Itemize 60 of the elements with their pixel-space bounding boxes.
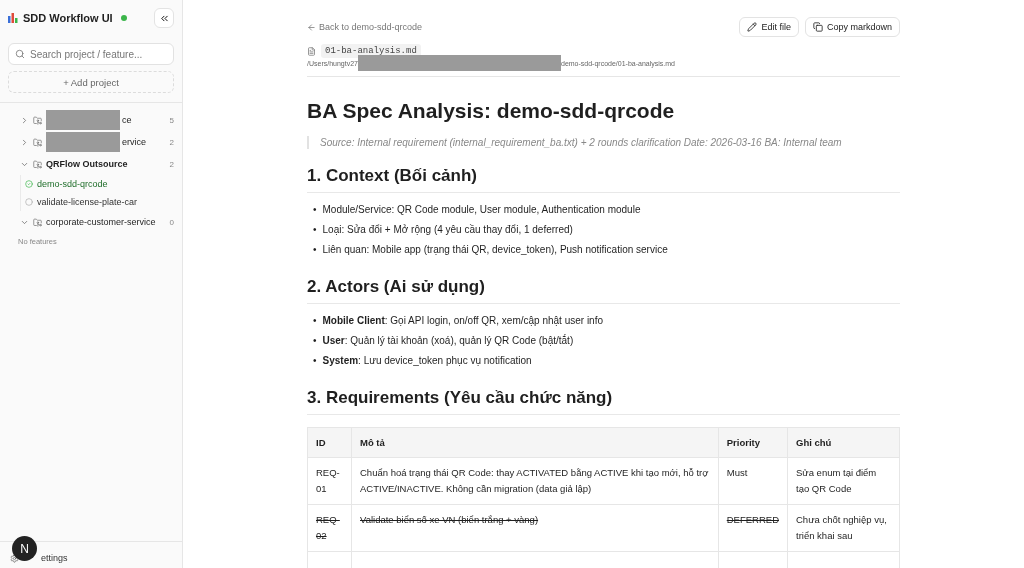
copy-icon bbox=[812, 22, 823, 32]
bullet-marker: • bbox=[313, 243, 317, 257]
bullet-marker: • bbox=[313, 203, 317, 217]
table-cell: Chưa chốt nghiệp vụ, triển khai sau bbox=[787, 504, 900, 552]
bullet-item: Module/Service: QR Code module, User module, Authentication module bbox=[322, 203, 641, 217]
table-cell: REQ-01 bbox=[307, 457, 352, 505]
project-item[interactable]: corporate-customer-service 0 bbox=[20, 211, 182, 233]
table-cell: Sửa enum tại điểm tạo QR Code bbox=[787, 457, 900, 505]
feature-count: 5 bbox=[169, 115, 174, 125]
project-item[interactable]: ce 5 bbox=[20, 109, 182, 131]
folder-icon bbox=[33, 159, 42, 169]
add-project-button[interactable]: + Add project bbox=[8, 71, 174, 93]
pencil-icon bbox=[747, 22, 758, 32]
source-quote: Source: Internal requirement (internal_requirement_ba.txt) + 2 rounds clarification Date: 2026-03-16 BA: Internal team bbox=[307, 136, 900, 149]
column-header: Ghi chú bbox=[787, 427, 900, 458]
feature-count: 2 bbox=[169, 159, 174, 169]
search-field[interactable]: Search project / feature... bbox=[8, 43, 174, 65]
back-link[interactable]: Back to demo-sdd-qrcode bbox=[307, 22, 423, 32]
bullet-marker: • bbox=[313, 354, 317, 368]
bullet-marker: • bbox=[313, 334, 317, 348]
column-header: ID bbox=[307, 427, 352, 458]
feature-count: 0 bbox=[169, 217, 174, 227]
section-heading: 3. Requirements (Yêu cầu chức năng) bbox=[307, 388, 900, 415]
table-cell: Chuẩn hoá trạng thái QR Code: thay ACTIVATED bằng ACTIVE khi tạo mới, hỗ trợ ACTIVE/INACTIVE. Không cần migration (data giả lập) bbox=[351, 457, 719, 505]
column-header: Mô tả bbox=[351, 427, 719, 458]
table-cell: Must bbox=[718, 457, 788, 505]
bullet-marker: • bbox=[313, 223, 317, 237]
search-icon bbox=[15, 49, 25, 59]
bullet-item: System: Lưu device_token phục vụ notification bbox=[322, 354, 532, 368]
section-heading: 1. Context (Bối cảnh) bbox=[307, 166, 900, 193]
folder-icon bbox=[33, 115, 42, 125]
table-cell: DEFERRED bbox=[718, 504, 788, 552]
file-icon bbox=[307, 46, 316, 56]
bullet-item: Loại: Sửa đổi + Mở rộng (4 yêu cầu thay đổi, 1 deferred) bbox=[322, 223, 573, 237]
app-title: SDD Workflow UI bbox=[23, 12, 113, 24]
collapse-sidebar-button[interactable] bbox=[154, 8, 174, 28]
chevron-right-icon bbox=[20, 137, 29, 147]
bullet-marker: • bbox=[313, 314, 317, 328]
project-item[interactable]: QRFlow Outsource 2 bbox=[20, 153, 182, 175]
folder-icon bbox=[33, 137, 42, 147]
bullet-item: User: Quản lý tài khoản (xoá), quản lý QR Code (bật/tắt) bbox=[322, 333, 574, 348]
chevron-right-icon bbox=[20, 115, 29, 125]
bullet-item: Liên quan: Mobile app (trạng thái QR, device_token), Push notification service bbox=[322, 243, 668, 257]
project-item[interactable]: ervice 2 bbox=[20, 131, 182, 153]
folder-icon bbox=[33, 217, 42, 227]
document-title: BA Spec Analysis: demo-sdd-qrcode bbox=[307, 99, 676, 123]
avatar[interactable]: N bbox=[12, 536, 37, 561]
column-header: Priority bbox=[718, 427, 788, 458]
edit-file-button[interactable]: Edit file bbox=[739, 17, 799, 37]
copy-markdown-button[interactable]: Copy markdown bbox=[804, 17, 900, 37]
feature-item[interactable]: demo-sdd-qrcode bbox=[25, 175, 182, 193]
arrow-left-icon bbox=[307, 22, 316, 32]
settings-icon bbox=[10, 553, 19, 563]
bar-chart-icon bbox=[8, 13, 18, 23]
table-cell: Validate biển số xe VN (biển trắng + vàng) bbox=[351, 504, 719, 552]
feature-item[interactable]: validate-license-plate-car bbox=[25, 193, 182, 211]
feature-count: 2 bbox=[169, 137, 174, 147]
bullet-item: Mobile Client: Gọi API login, on/off QR, xem/cập nhật user info bbox=[322, 314, 604, 328]
table-cell: REQ-02 bbox=[307, 504, 352, 552]
section-heading: 2. Actors (Ai sử dụng) bbox=[307, 277, 900, 304]
